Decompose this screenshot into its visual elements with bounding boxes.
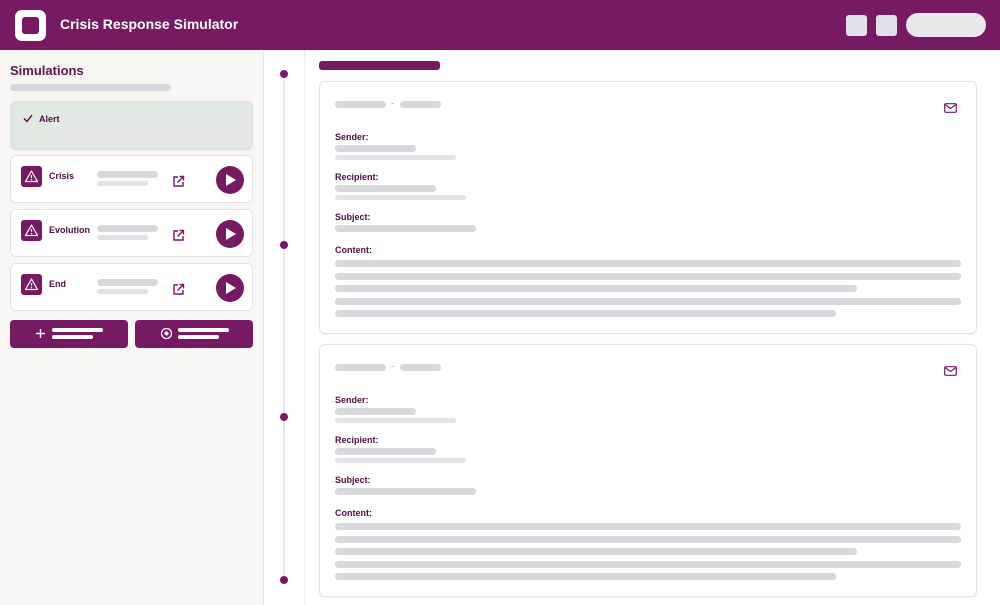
message-card: - Sender: Recipient: Subject: Content: — [319, 81, 977, 334]
sidebar-title: Simulations — [10, 63, 84, 78]
play-button[interactable] — [216, 166, 244, 194]
text-placeholder — [335, 145, 416, 152]
text-placeholder — [335, 548, 857, 555]
header-button-2[interactable] — [876, 15, 897, 36]
plus-icon — [36, 329, 45, 338]
alert-box[interactable]: Alert — [10, 101, 253, 150]
timeline-dot — [280, 413, 288, 421]
text-placeholder — [97, 225, 158, 232]
text-placeholder — [335, 448, 436, 455]
simulation-item-crisis[interactable]: Crisis — [10, 155, 253, 203]
text-placeholder — [335, 561, 961, 568]
text-placeholder — [335, 273, 961, 280]
sidebar-subtitle-placeholder — [10, 84, 171, 91]
separator: - — [391, 361, 394, 371]
simulation-item-evolution[interactable]: Evolution — [10, 209, 253, 257]
text-placeholder — [335, 408, 416, 415]
subject-label: Subject: — [335, 212, 371, 222]
separator: - — [391, 98, 394, 108]
text-placeholder — [335, 488, 476, 495]
simulation-item-end[interactable]: End — [10, 263, 253, 311]
mail-icon[interactable] — [944, 366, 957, 376]
warning-icon — [21, 220, 42, 241]
button-label-placeholder — [178, 335, 219, 339]
timeline-dot — [280, 241, 288, 249]
text-placeholder — [335, 310, 836, 317]
text-placeholder — [400, 101, 441, 108]
external-link-icon[interactable] — [172, 283, 185, 296]
app-header: Crisis Response Simulator — [0, 0, 1000, 50]
text-placeholder — [335, 101, 386, 108]
play-icon — [226, 228, 236, 240]
play-button[interactable] — [216, 220, 244, 248]
alert-label: Alert — [39, 114, 60, 124]
message-card: - Sender: Recipient: Subject: Content: — [319, 344, 977, 597]
button-label-placeholder — [52, 335, 93, 339]
warning-icon — [21, 274, 42, 295]
external-link-icon[interactable] — [172, 175, 185, 188]
recipient-label: Recipient: — [335, 172, 379, 182]
text-placeholder — [335, 195, 466, 200]
text-placeholder — [335, 285, 857, 292]
user-menu-button[interactable] — [906, 13, 986, 37]
app-title: Crisis Response Simulator — [60, 16, 239, 32]
section-heading-placeholder — [319, 61, 440, 70]
recipient-label: Recipient: — [335, 435, 379, 445]
play-icon — [226, 282, 236, 294]
text-placeholder — [335, 225, 476, 232]
play-button[interactable] — [216, 274, 244, 302]
timeline-line — [283, 74, 285, 582]
text-placeholder — [335, 418, 456, 423]
mail-icon[interactable] — [944, 103, 957, 113]
text-placeholder — [335, 536, 961, 543]
check-icon — [23, 114, 33, 123]
external-link-icon[interactable] — [172, 229, 185, 242]
text-placeholder — [97, 171, 158, 178]
warning-icon — [21, 166, 42, 187]
target-icon — [160, 327, 173, 340]
simulation-label: End — [49, 279, 66, 289]
text-placeholder — [335, 298, 961, 305]
text-placeholder — [335, 155, 456, 160]
text-placeholder — [335, 364, 386, 371]
text-placeholder — [97, 235, 148, 240]
content-label: Content: — [335, 245, 372, 255]
text-placeholder — [335, 185, 436, 192]
text-placeholder — [97, 289, 148, 294]
timeline-dot — [280, 70, 288, 78]
simulation-label: Evolution — [49, 225, 90, 235]
header-button-1[interactable] — [846, 15, 867, 36]
logo-icon — [15, 10, 46, 41]
sender-label: Sender: — [335, 132, 369, 142]
timeline-dot — [280, 576, 288, 584]
text-placeholder — [335, 523, 961, 530]
play-icon — [226, 174, 236, 186]
content-divider — [304, 50, 305, 605]
subject-label: Subject: — [335, 475, 371, 485]
content-label: Content: — [335, 508, 372, 518]
add-simulation-button[interactable] — [10, 320, 128, 348]
text-placeholder — [335, 260, 961, 267]
button-label-placeholder — [178, 328, 229, 332]
simulation-label: Crisis — [49, 171, 75, 181]
text-placeholder — [400, 364, 441, 371]
text-placeholder — [335, 458, 466, 463]
text-placeholder — [97, 181, 148, 186]
sender-label: Sender: — [335, 395, 369, 405]
text-placeholder — [97, 279, 158, 286]
text-placeholder — [335, 573, 836, 580]
start-simulation-button[interactable] — [135, 320, 253, 348]
button-label-placeholder — [52, 328, 103, 332]
